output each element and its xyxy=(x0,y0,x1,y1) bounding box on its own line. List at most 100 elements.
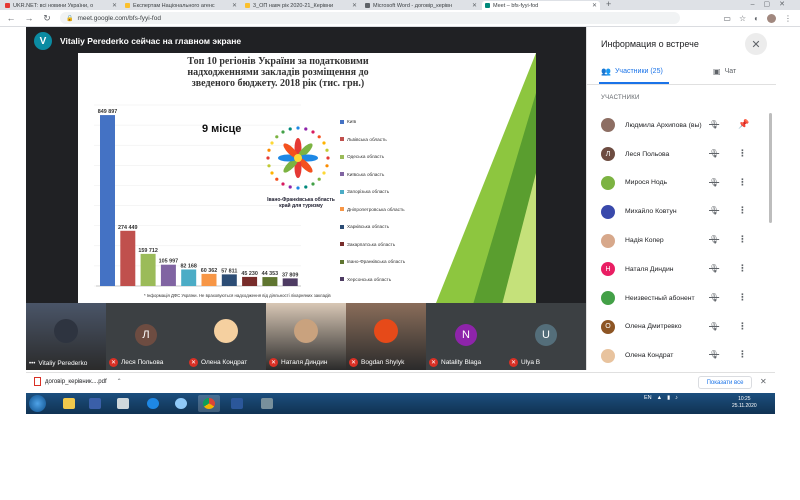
mic-off-icon[interactable]: 🎙 xyxy=(709,350,719,359)
participant-name-label: ✕ Наталя Диндин xyxy=(269,358,327,367)
close-icon[interactable]: ✕ xyxy=(760,377,767,386)
more-options-icon[interactable]: ⋮ xyxy=(738,177,747,188)
participant-photo xyxy=(214,319,238,343)
bar xyxy=(120,230,136,286)
language-indicator[interactable]: EN xyxy=(644,395,652,401)
participant-row[interactable]: Людмила Архипова (вы) 🎙 📌 xyxy=(587,111,767,140)
close-panel-button[interactable]: ✕ xyxy=(745,33,767,55)
more-options-icon[interactable]: ⋮ xyxy=(738,148,747,159)
legend-label: Закарпатська область xyxy=(347,241,396,247)
close-tab-icon[interactable]: ✕ xyxy=(592,2,597,9)
legend-swatch xyxy=(340,189,344,194)
more-options-icon[interactable]: ⋮ xyxy=(738,349,747,360)
presenter-bar: V Vitaliy Perederko сейчас на главном эк… xyxy=(34,32,241,50)
mic-off-icon[interactable]: 🎙 xyxy=(709,235,719,244)
data-label: 57 811 xyxy=(221,268,237,274)
participant-row[interactable]: Н Наталя Диндин 🎙 ⋮ xyxy=(587,255,767,284)
mic-off-icon[interactable]: 🎙 xyxy=(709,149,719,158)
clock[interactable]: 10:25 25.11.2020 xyxy=(732,396,757,410)
close-tab-icon[interactable]: ✕ xyxy=(472,2,477,9)
participant-tile[interactable]: ✕ Наталя Диндин xyxy=(266,303,346,370)
extension-icon[interactable]: ◐ xyxy=(754,14,759,23)
browser-tab[interactable]: 3_ОП навч рік 2020-21_Керівни ✕ xyxy=(242,1,360,10)
logo-dot xyxy=(275,177,279,181)
participant-photo xyxy=(54,319,78,343)
participant-tile[interactable]: ✕ Олена Кондрат xyxy=(186,303,266,370)
more-options-icon[interactable]: ⋮ xyxy=(738,321,747,332)
mic-off-icon[interactable]: 🎙 xyxy=(709,322,719,331)
participant-row[interactable]: Неизвестный абонент 🎙 ⋮ xyxy=(587,284,767,313)
participant-row[interactable]: Олена Кондрат 🎙 ⋮ xyxy=(587,341,767,370)
logo-center xyxy=(294,154,302,162)
taskbar-edge[interactable] xyxy=(142,395,164,412)
address-bar[interactable]: 🔒 meet.google.com/bfs-fyyi-fod xyxy=(60,12,680,24)
network-icon[interactable]: ▮ xyxy=(667,395,670,401)
camera-icon[interactable]: ▭ xyxy=(723,14,731,23)
mic-off-icon[interactable]: 🎙 xyxy=(709,206,719,215)
participant-row[interactable]: Михайло Ковтун 🎙 ⋮ xyxy=(587,197,767,226)
more-options-icon[interactable]: ⋮ xyxy=(738,292,747,303)
close-icon: ✕ xyxy=(751,38,761,51)
participant-tile[interactable]: N ✕ Natality Blaga xyxy=(426,303,506,370)
close-tab-icon[interactable]: ✕ xyxy=(232,2,237,9)
taskbar-save[interactable] xyxy=(84,395,106,412)
close-tab-icon[interactable]: ✕ xyxy=(112,2,117,9)
avatar: Л xyxy=(601,147,615,162)
volume-icon[interactable]: ♪ xyxy=(675,395,678,401)
mic-off-icon[interactable]: 🎙 xyxy=(709,264,719,273)
menu-icon[interactable]: ⋮ xyxy=(784,14,792,23)
chat-icon: ▣ xyxy=(713,67,721,76)
download-bar: договір_керівник....pdf ⌃ Показати все ✕ xyxy=(26,372,775,392)
participant-row[interactable]: Надія Копер 🎙 ⋮ xyxy=(587,226,767,255)
favicon-icon xyxy=(485,3,490,8)
mic-off-icon[interactable]: 🎙 xyxy=(709,178,719,187)
mic-off-icon[interactable]: 🎙 xyxy=(709,120,719,129)
browser-tab[interactable]: UKR.NET: всі новини України, о ✕ xyxy=(2,1,120,10)
browser-tab-active[interactable]: Meet – bfs-fyyi-fod ✕ xyxy=(482,1,600,10)
new-tab-icon[interactable]: + xyxy=(606,0,611,9)
flag-icon[interactable]: ▲ xyxy=(657,395,662,401)
participant-row[interactable]: О Олена Дмитревко 🎙 ⋮ xyxy=(587,313,767,342)
taskbar-app[interactable] xyxy=(170,395,192,412)
participant-tile[interactable]: Л ✕ Леся Польова xyxy=(106,303,186,370)
pin-icon[interactable]: 📌 xyxy=(738,119,749,130)
taskbar-chrome[interactable] xyxy=(198,395,220,412)
browser-toolbar: ← → ↻ 🔒 meet.google.com/bfs-fyyi-fod ▭ ☆… xyxy=(0,10,800,27)
tab-participants[interactable]: 👥 Участники (25) xyxy=(599,67,669,84)
show-all-button[interactable]: Показати все xyxy=(698,376,752,389)
participant-tile[interactable]: ••• Vitaliy Perederko xyxy=(26,303,106,370)
reload-icon[interactable]: ↻ xyxy=(40,13,54,24)
more-options-icon[interactable]: ⋮ xyxy=(738,263,747,274)
scrollbar[interactable] xyxy=(769,113,772,223)
tab-chat[interactable]: ▣ Чат xyxy=(713,67,736,76)
forward-icon[interactable]: → xyxy=(22,13,36,23)
more-options-icon[interactable]: ⋮ xyxy=(738,234,747,245)
browser-tab[interactable]: Microsoft Word - договір_керівн ✕ xyxy=(362,1,480,10)
logo-dot xyxy=(317,135,321,139)
participant-row[interactable]: Л Леся Польова 🎙 ⋮ xyxy=(587,140,767,169)
taskbar-explorer[interactable] xyxy=(58,395,80,412)
window-controls[interactable]: –▢✕ xyxy=(751,0,794,8)
start-button[interactable] xyxy=(29,395,46,412)
participant-row[interactable]: Мирося Нодь 🎙 ⋮ xyxy=(587,169,767,198)
participant-name-label: ✕ Ulya B xyxy=(509,358,540,367)
taskbar-app[interactable] xyxy=(256,395,278,412)
more-options-icon[interactable]: ⋮ xyxy=(738,205,747,216)
legend-swatch xyxy=(340,154,344,159)
browser-tab[interactable]: Експертам Національного агенс ✕ xyxy=(122,1,240,10)
participant-name: Олена Кондрат xyxy=(625,352,674,360)
legend-swatch xyxy=(340,119,344,124)
close-tab-icon[interactable]: ✕ xyxy=(352,2,357,9)
taskbar-app[interactable] xyxy=(112,395,134,412)
participant-tile[interactable]: U ✕ Ulya B xyxy=(506,303,586,370)
back-icon[interactable]: ← xyxy=(4,13,18,23)
star-icon[interactable]: ☆ xyxy=(739,14,746,23)
profile-avatar[interactable] xyxy=(767,13,776,23)
legend-item: Івано-Франківська область xyxy=(340,253,440,271)
participant-tile[interactable]: ✕ Bogdan Shylyk xyxy=(346,303,426,370)
participants-header: УЧАСТНИКИ xyxy=(601,95,640,101)
chevron-up-icon[interactable]: ⌃ xyxy=(117,378,122,385)
taskbar-word[interactable] xyxy=(226,395,248,412)
mic-off-icon[interactable]: 🎙 xyxy=(709,293,719,302)
download-item[interactable]: договір_керівник....pdf ⌃ xyxy=(34,377,122,386)
